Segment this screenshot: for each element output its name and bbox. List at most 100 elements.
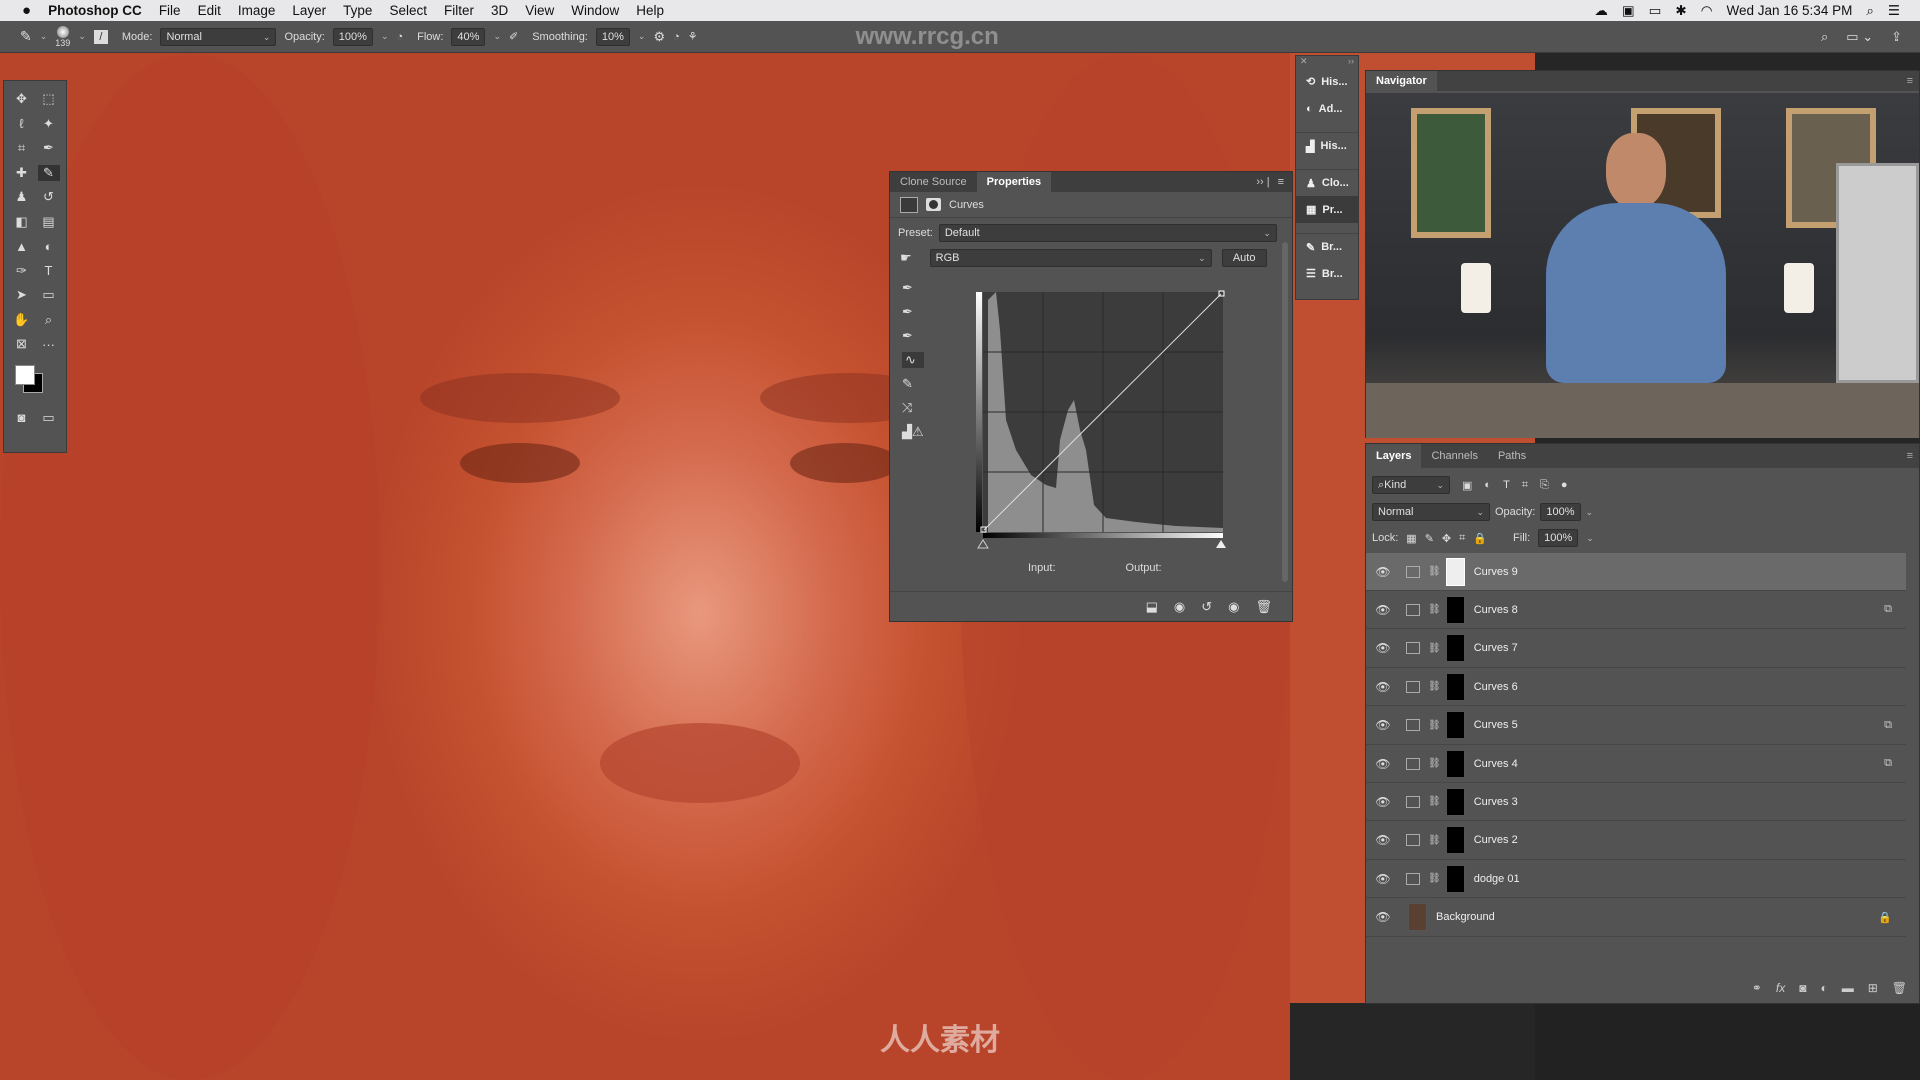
smoothing-field[interactable]: 10% (595, 27, 630, 46)
menu-select[interactable]: Select (389, 3, 427, 18)
auto-button[interactable]: Auto (1221, 249, 1267, 267)
new-layer-icon[interactable]: ⊞ (1868, 981, 1878, 995)
curves-adjustment-icon[interactable] (900, 196, 918, 213)
spotlight-icon[interactable]: ⌕ (1866, 3, 1874, 19)
brush-settings-icon[interactable]: / (93, 29, 108, 44)
layer-row[interactable]: 👁 ⛓ Curves 9 (1366, 553, 1906, 591)
black-point-eyedropper-icon[interactable]: ✒ (902, 280, 924, 296)
filter-smart-object-icon[interactable]: ⎘ (1540, 479, 1549, 492)
type-tool-icon[interactable]: T (45, 263, 53, 278)
new-group-icon[interactable]: ▬ (1842, 981, 1854, 995)
dock-properties[interactable]: ▦ Pr... (1296, 196, 1358, 223)
layer-style-fx-icon[interactable]: fx (1776, 981, 1785, 995)
dock-history[interactable]: ⟲ His... (1296, 68, 1358, 95)
magic-wand-tool-icon[interactable]: ✦ (43, 116, 54, 132)
pen-tool-icon[interactable]: ✑ (16, 263, 27, 279)
pressure-opacity-icon[interactable]: ◔ (396, 31, 403, 43)
panel-menu-icon[interactable]: ≡ (1901, 444, 1919, 468)
layer-name[interactable]: Curves 2 (1474, 834, 1518, 846)
new-adjustment-layer-icon[interactable]: ◐ (1820, 981, 1827, 995)
lock-image-icon[interactable]: ✎ (1425, 532, 1434, 545)
airbrush-icon[interactable]: ✐ (509, 30, 518, 43)
layer-name[interactable]: Curves 5 (1474, 719, 1518, 731)
filter-adjustment-icon[interactable]: ◐ (1484, 479, 1491, 491)
layer-mask-thumbnail[interactable] (1445, 787, 1465, 816)
mask-link-icon[interactable]: ⛓ (1428, 720, 1441, 731)
white-point-eyedropper-icon[interactable]: ✒ (902, 328, 924, 344)
menu-type[interactable]: Type (343, 3, 372, 18)
search-icon[interactable]: ⌕ (1821, 29, 1828, 45)
lasso-tool-icon[interactable]: ℓ (19, 116, 23, 131)
dodge-tool-icon[interactable]: ◐ (45, 239, 53, 254)
more-tools-icon[interactable]: ··· (42, 337, 55, 352)
layer-mask-thumbnail[interactable] (1445, 672, 1465, 701)
symmetry-icon[interactable]: ⚘ (688, 30, 698, 43)
brush-tool-icon[interactable]: ✎ (37, 164, 60, 181)
menu-view[interactable]: View (525, 3, 554, 18)
menu-window[interactable]: Window (571, 3, 619, 18)
navigator-video-preview[interactable] (1366, 93, 1919, 438)
visibility-eye-icon[interactable]: 👁 (1370, 795, 1396, 809)
mode-select[interactable]: Normal ⌄ (160, 27, 277, 46)
tab-channels[interactable]: Channels (1421, 444, 1487, 468)
properties-scrollbar[interactable] (1282, 242, 1288, 582)
layer-name[interactable]: dodge 01 (1474, 873, 1520, 885)
on-image-adjust-icon[interactable]: ☛ (900, 250, 912, 266)
wifi-icon[interactable]: ◠ (1701, 3, 1713, 19)
dock-clone-source[interactable]: ♟ Clo... (1296, 169, 1358, 196)
zoom-tool-icon[interactable]: ⌕ (45, 312, 52, 328)
lock-all-icon[interactable]: 🔒 (1473, 532, 1487, 545)
opacity-field[interactable]: 100% (332, 27, 373, 46)
visibility-eye-icon[interactable]: 👁 (1370, 603, 1396, 617)
tab-properties[interactable]: Properties (976, 172, 1052, 192)
layer-name[interactable]: Curves 9 (1474, 566, 1518, 578)
menu-3d[interactable]: 3D (491, 3, 508, 18)
blur-tool-icon[interactable]: ▲ (15, 239, 28, 254)
tab-paths[interactable]: Paths (1488, 444, 1536, 468)
layer-mask-thumbnail[interactable] (1445, 826, 1465, 855)
collapse-panel-icon[interactable]: ›› | (1256, 172, 1269, 192)
layer-name[interactable]: Curves 8 (1474, 604, 1518, 616)
mask-link-icon[interactable]: ⛓ (1428, 681, 1441, 692)
path-selection-tool-icon[interactable]: ➤ (16, 287, 27, 303)
delete-icon[interactable]: 🗑 (1255, 599, 1272, 615)
mask-link-icon[interactable]: ⛓ (1428, 566, 1441, 577)
shape-tool-icon[interactable]: ▭ (42, 287, 54, 303)
tab-layers[interactable]: Layers (1366, 444, 1422, 468)
apple-menu-icon[interactable]: ● (22, 2, 31, 19)
smooth-curve-icon[interactable]: ⤨ (902, 400, 924, 416)
layer-row[interactable]: 👁 ⛓ Curves 3 (1366, 783, 1906, 822)
mask-link-icon[interactable]: ⛓ (1428, 604, 1441, 615)
dock-brushes[interactable]: ✎ Br... (1296, 233, 1358, 260)
lock-transparent-icon[interactable]: ▦ (1406, 532, 1416, 545)
expand-dock-icon[interactable]: ›› (1348, 56, 1354, 68)
menu-edit[interactable]: Edit (198, 3, 221, 18)
share-icon[interactable]: ⇪ (1891, 29, 1902, 45)
flow-field[interactable]: 40% (451, 27, 486, 46)
link-layers-icon[interactable]: ⚭ (1752, 981, 1762, 995)
layer-mask-thumbnail[interactable] (1445, 864, 1465, 893)
mask-link-icon[interactable]: ⛓ (1428, 643, 1441, 654)
history-brush-tool-icon[interactable]: ↺ (43, 189, 54, 205)
reset-icon[interactable]: ↺ (1201, 599, 1212, 615)
lock-artboard-icon[interactable]: ⌗ (1459, 532, 1465, 545)
mask-link-icon[interactable]: ⛓ (1428, 796, 1441, 807)
visibility-eye-icon[interactable]: 👁 (1370, 910, 1396, 924)
layer-row[interactable]: 👁 Background 🔒 (1366, 899, 1906, 937)
layer-row[interactable]: 👁 ⛓ Curves 4 ⧉ (1366, 745, 1906, 783)
dock-histogram[interactable]: ▟ His... (1296, 132, 1358, 159)
curves-graph[interactable] (976, 290, 1226, 550)
tab-clone-source[interactable]: Clone Source (890, 172, 977, 192)
pencil-draw-icon[interactable]: ✎ (902, 376, 924, 392)
preset-select[interactable]: Default ⌄ (938, 224, 1277, 242)
eyedropper-tool-icon[interactable]: ✒ (43, 140, 54, 156)
visibility-eye-icon[interactable]: 👁 (1370, 872, 1396, 886)
brush-preset-picker[interactable]: 139 (55, 25, 70, 48)
tab-navigator[interactable]: Navigator (1366, 71, 1437, 91)
smoothing-gear-icon[interactable]: ⚙ (653, 29, 665, 45)
layer-mask-thumbnail[interactable] (1445, 634, 1465, 663)
menu-layer[interactable]: Layer (292, 3, 326, 18)
toggle-visibility-icon[interactable]: ◉ (1228, 599, 1239, 615)
healing-brush-tool-icon[interactable]: ✚ (16, 165, 27, 181)
filter-toggle-icon[interactable]: ● (1561, 479, 1568, 491)
